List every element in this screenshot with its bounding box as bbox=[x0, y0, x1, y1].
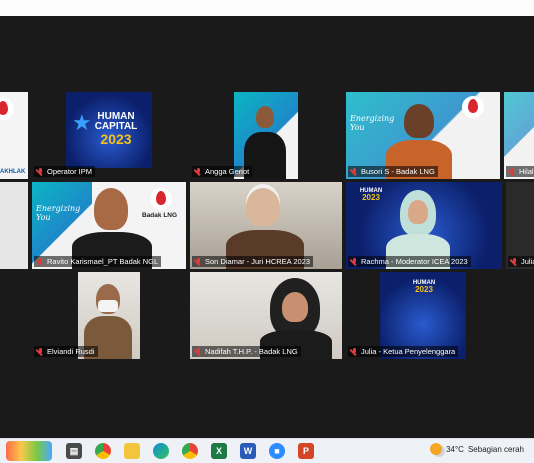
participant-name-label: Nadifah T.H.P. - Badak LNG bbox=[192, 346, 301, 357]
participant-tile-partial-left[interactable]: AKHLAK bbox=[0, 92, 28, 179]
participant-tile-ravito[interactable]: Energizing You Badak LNG Ravito Karismae… bbox=[32, 182, 186, 269]
chrome-icon[interactable] bbox=[95, 443, 111, 459]
badak-lng-logo bbox=[0, 98, 14, 120]
muted-mic-icon bbox=[37, 347, 44, 356]
star-icon: ★ bbox=[72, 110, 92, 135]
weather-desc: Sebagian cerah bbox=[467, 444, 524, 454]
energizing-text: Energizing You bbox=[36, 204, 81, 222]
edge-icon[interactable] bbox=[153, 443, 169, 459]
muted-mic-icon bbox=[37, 167, 44, 176]
participant-face bbox=[408, 200, 428, 224]
participant-name-label: Ravito Karismael_PT Badak NGL bbox=[34, 256, 162, 267]
participant-name-label: Son Diamar - Juri HCREA 2023 bbox=[192, 256, 314, 267]
weather-widget[interactable]: 34°C Sebagian cerah bbox=[430, 443, 524, 455]
folder-icon[interactable] bbox=[124, 443, 140, 459]
participant-head bbox=[404, 104, 434, 138]
human-capital-banner: HUMAN CAPITAL 2023 ★ bbox=[66, 92, 152, 168]
participant-face bbox=[282, 292, 308, 322]
participant-head bbox=[94, 188, 128, 230]
weather-temp: 34°C bbox=[446, 444, 464, 454]
muted-mic-icon bbox=[195, 167, 202, 176]
file-manager-icon[interactable]: ▤ bbox=[66, 443, 82, 459]
participant-tile-son-diamar[interactable]: Son Diamar - Juri HCREA 2023 bbox=[190, 182, 342, 269]
participant-head bbox=[256, 106, 274, 128]
participant-tile-julia-ketua[interactable]: HUMAN 2023 Julia - Ketua Penyelenggara bbox=[346, 272, 502, 359]
participant-tile-busori[interactable]: Energizing You Busori S - Badak LNG bbox=[346, 92, 500, 179]
powerpoint-icon[interactable]: P bbox=[298, 443, 314, 459]
muted-mic-icon bbox=[37, 257, 44, 266]
widgets-icon[interactable] bbox=[6, 441, 52, 461]
badak-lng-text: Badak LNG bbox=[142, 212, 178, 219]
zoom-icon[interactable]: ■ bbox=[269, 443, 285, 459]
participant-tile-hilal[interactable]: Hilal bbox=[504, 92, 534, 179]
participant-name-label: Operator IPM bbox=[34, 166, 96, 177]
word-icon[interactable]: W bbox=[240, 443, 256, 459]
banner-year: 2023 bbox=[362, 193, 380, 202]
banner-year: 2023 bbox=[415, 285, 433, 294]
muted-mic-icon bbox=[511, 257, 518, 266]
participant-tile-julia[interactable]: Julia bbox=[506, 182, 534, 269]
chrome-alt-icon[interactable] bbox=[182, 443, 198, 459]
muted-mic-icon bbox=[195, 257, 202, 266]
meeting-gallery: AKHLAK HUMAN CAPITAL 2023 ★ Operator IPM… bbox=[0, 16, 534, 438]
banner-year: 2023 bbox=[100, 131, 132, 147]
participant-name-label: Julia bbox=[508, 256, 534, 267]
participant-tile-partial-left-2[interactable] bbox=[0, 182, 28, 269]
participant-tile-operator-ipm[interactable]: HUMAN CAPITAL 2023 ★ Operator IPM bbox=[32, 92, 186, 179]
excel-icon[interactable]: X bbox=[211, 443, 227, 459]
muted-mic-icon bbox=[351, 257, 358, 266]
participant-name-label: Angga Genot bbox=[192, 166, 253, 177]
participant-head bbox=[246, 188, 280, 226]
badak-lng-logo bbox=[462, 96, 484, 118]
face-mask bbox=[98, 300, 118, 312]
muted-mic-icon bbox=[195, 347, 202, 356]
window-top-bar bbox=[0, 0, 534, 16]
akhlak-label: AKHLAK bbox=[0, 169, 26, 175]
muted-mic-icon bbox=[509, 167, 516, 176]
badak-lng-logo bbox=[150, 188, 172, 210]
windows-taskbar: ▤ X W ■ P 34°C Sebagian cerah bbox=[0, 438, 534, 463]
muted-mic-icon bbox=[351, 167, 358, 176]
participant-name-label: Hilal bbox=[506, 166, 534, 177]
participant-name-label: Julia - Ketua Penyelenggara bbox=[348, 346, 459, 357]
partly-sunny-icon bbox=[430, 443, 443, 455]
participant-name-label: Rachma - Moderator ICEA 2023 bbox=[348, 256, 471, 267]
muted-mic-icon bbox=[351, 347, 358, 356]
participant-tile-elviandi[interactable]: Elviandi Rusdi bbox=[32, 272, 186, 359]
energizing-text: Energizing You bbox=[350, 114, 395, 132]
participant-name-label: Busori S - Badak LNG bbox=[348, 166, 438, 177]
participant-name-label: Elviandi Rusdi bbox=[34, 346, 98, 357]
participant-tile-angga-genot[interactable]: Angga Genot bbox=[190, 92, 342, 179]
participant-tile-nadifah[interactable]: Nadifah T.H.P. - Badak LNG bbox=[190, 272, 342, 359]
participant-tile-rachma-active-speaker[interactable]: HUMAN 2023 Rachma - Moderator ICEA 2023 bbox=[346, 182, 502, 269]
